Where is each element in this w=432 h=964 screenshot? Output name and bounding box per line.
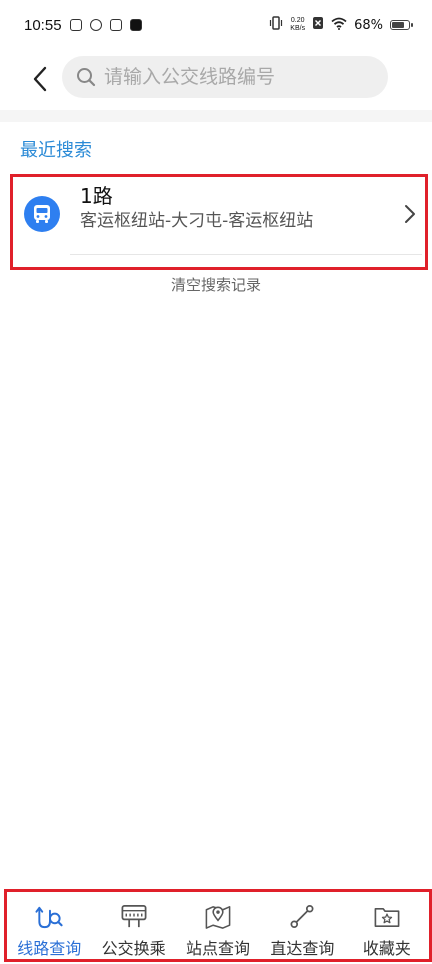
- clear-history-button[interactable]: 清空搜索记录: [0, 274, 432, 295]
- header: [0, 50, 432, 108]
- nav-label: 线路查询: [17, 939, 82, 958]
- route-name: 1路: [80, 184, 113, 208]
- search-icon: [77, 68, 96, 87]
- bus-icon: [24, 196, 60, 232]
- status-left: 10:55: [24, 17, 142, 34]
- no-sim-icon: [312, 16, 324, 34]
- net-speed-value: 0.20: [290, 17, 305, 24]
- net-speed-unit: KB/s: [290, 25, 306, 32]
- notification-app-icon: [89, 19, 102, 31]
- status-time: 10:55: [24, 16, 62, 34]
- nav-bus-transfer[interactable]: 公交换乘: [91, 892, 175, 959]
- tiktok-icon: [129, 19, 142, 31]
- bottom-nav: 线路查询 公交换乘 站点查询 直达查询 收藏夹: [4, 889, 432, 962]
- section-divider: [0, 110, 432, 122]
- net-speed: 0.20 KB/s: [290, 17, 305, 33]
- nav-direct-search[interactable]: 直达查询: [260, 892, 344, 959]
- status-bar: 10:55 0.20 KB/s 68%: [0, 0, 432, 50]
- nav-label: 站点查询: [186, 939, 251, 958]
- battery-icon: [390, 20, 413, 30]
- vibrate-icon: [269, 16, 283, 34]
- nav-route-search[interactable]: 线路查询: [7, 892, 91, 959]
- nav-label: 直达查询: [270, 939, 335, 958]
- battery-percent: 68%: [354, 17, 383, 33]
- notification-app-icon: [109, 19, 122, 31]
- nav-stop-search[interactable]: 站点查询: [176, 892, 260, 959]
- recent-route-item[interactable]: 1路 客运枢纽站-大刁屯-客运枢纽站: [10, 174, 428, 270]
- direct-route-icon: [290, 904, 314, 929]
- chevron-right-icon: [404, 204, 416, 228]
- map-pin-icon: [205, 906, 231, 929]
- back-arrow-icon: [33, 66, 47, 92]
- nav-favorites[interactable]: 收藏夹: [345, 892, 429, 959]
- bus-transfer-icon: [121, 904, 147, 928]
- search-box[interactable]: [62, 56, 388, 98]
- status-right: 0.20 KB/s 68%: [269, 16, 413, 34]
- route-search-icon: [35, 906, 63, 929]
- back-button[interactable]: [12, 54, 68, 104]
- nav-label: 公交换乘: [101, 939, 166, 958]
- route-description: 客运枢纽站-大刁屯-客运枢纽站: [80, 211, 314, 231]
- route-divider: [70, 254, 422, 255]
- notification-app-icon: [69, 19, 82, 31]
- star-folder-icon: [374, 907, 400, 927]
- bottom-nav-items: 线路查询 公交换乘 站点查询 直达查询 收藏夹: [7, 892, 429, 959]
- wifi-icon: [331, 17, 347, 34]
- recent-search-title: 最近搜索: [20, 140, 92, 161]
- search-input[interactable]: [102, 65, 366, 89]
- nav-label: 收藏夹: [362, 939, 411, 958]
